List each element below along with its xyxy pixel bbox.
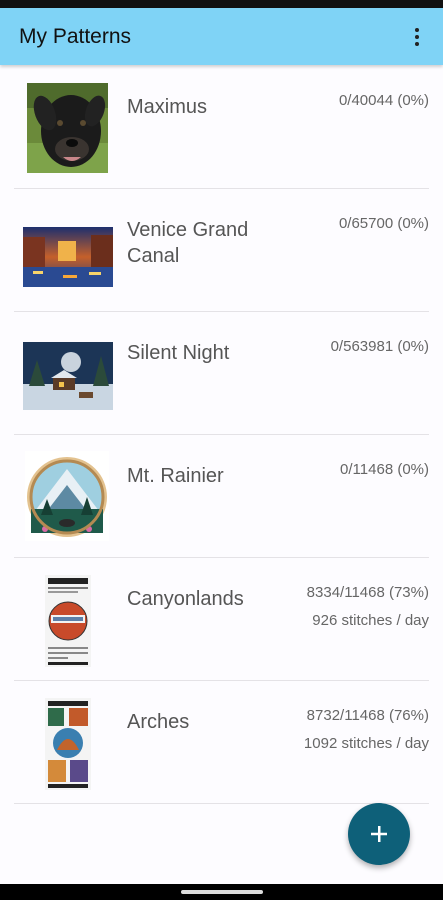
pattern-progress: 0/11468 (0%) — [340, 461, 429, 478]
system-nav-bar — [0, 884, 443, 900]
pattern-thumbnail — [25, 451, 109, 541]
home-handle[interactable] — [181, 890, 263, 894]
status-bar — [0, 0, 443, 8]
pattern-row-canyonlands[interactable]: Canyonlands 8334/11468 (73%) 926 stitche… — [14, 558, 429, 681]
pattern-name: Canyonlands — [127, 588, 244, 610]
pattern-progress: 0/65700 (0%) — [338, 215, 429, 232]
pattern-row-mt-rainier[interactable]: Mt. Rainier 0/11468 (0%) — [14, 435, 429, 558]
pattern-progress: 0/563981 (0%) — [330, 338, 429, 355]
pattern-name: Silent Night — [127, 342, 230, 364]
pattern-rate: 926 stitches / day — [312, 612, 429, 629]
pattern-thumbnail — [45, 698, 91, 790]
pattern-rate: 1092 stitches / day — [303, 735, 429, 752]
pattern-row-venice-grand-canal[interactable]: Venice Grand Canal 0/65700 (0%) — [14, 189, 429, 312]
pattern-thumbnail — [23, 342, 113, 410]
pattern-row-arches[interactable]: Arches 8732/11468 (76%) 1092 stitches / … — [14, 681, 429, 804]
app-bar: My Patterns — [0, 8, 443, 65]
pattern-row-silent-night[interactable]: Silent Night 0/563981 (0%) — [14, 312, 429, 435]
plus-icon — [371, 826, 387, 842]
pattern-name: Arches — [127, 711, 190, 733]
add-pattern-button[interactable] — [348, 803, 410, 865]
pattern-thumbnail — [27, 83, 108, 173]
page-title: My Patterns — [19, 24, 132, 48]
pattern-name: Mt. Rainier — [127, 465, 224, 487]
pattern-thumbnail — [45, 575, 91, 667]
pattern-name: Venice Grand Canal — [127, 219, 249, 267]
pattern-row-maximus[interactable]: Maximus 0/40044 (0%) — [14, 66, 429, 189]
pattern-name: Maximus — [127, 96, 208, 118]
pattern-list: Maximus 0/40044 (0%) Venice Grand Canal … — [0, 66, 443, 804]
pattern-thumbnail — [23, 227, 113, 287]
overflow-menu-icon[interactable] — [397, 17, 437, 57]
pattern-progress: 0/40044 (0%) — [338, 92, 429, 109]
pattern-progress: 8334/11468 (73%) — [306, 584, 429, 601]
pattern-progress: 8732/11468 (76%) — [306, 707, 429, 724]
